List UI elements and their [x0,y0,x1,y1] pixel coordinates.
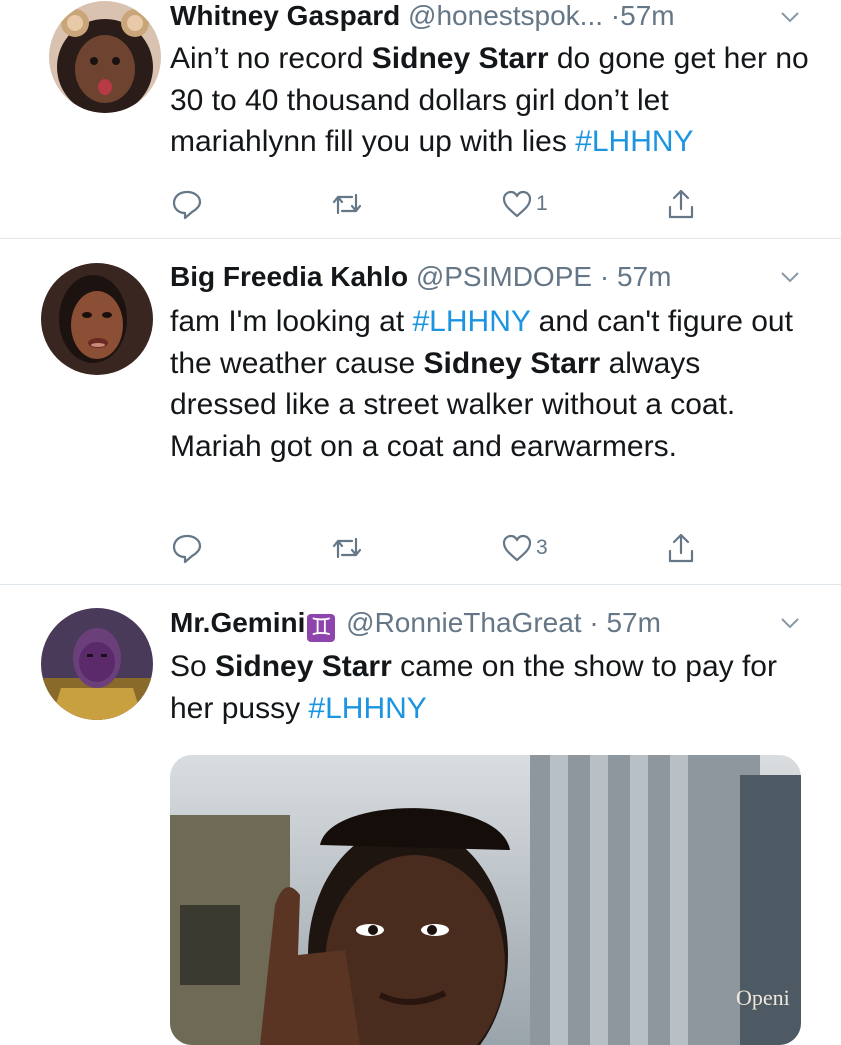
retweet-icon [332,193,362,215]
like-count: 1 [536,192,548,215]
separator-dot: · [592,261,617,292]
tweet-text: Ain’t no record Sidney Starr do gone get… [170,38,810,163]
highlight-text: Sidney Starr [371,42,549,75]
highlight-text: Sidney Starr [423,346,601,380]
heart-icon [502,190,532,218]
retweet-button[interactable] [330,184,364,224]
hashtag-link[interactable]: #LHHNY [308,692,426,725]
avatar-image [41,263,153,375]
tweet-header: Whitney Gaspard @honestspok... ·57m [170,0,675,33]
avatar-image [41,608,153,720]
media-sign-text: Openi [736,985,790,1010]
gemini-emoji: ♊ [307,614,336,642]
like-button[interactable]: 1 [500,184,548,224]
text-segment: Ain’t no record [170,42,372,75]
timestamp[interactable]: 57m [620,0,674,31]
chevron-down-icon[interactable] [777,610,803,636]
hashtag-link[interactable]: #LHHNY [575,125,693,158]
share-icon [668,533,694,563]
chevron-down-icon[interactable] [777,4,803,30]
share-button[interactable] [664,184,698,224]
text-segment: fam I'm looking at [170,305,413,338]
timestamp[interactable]: 57m [617,261,671,292]
separator-dot: · [603,0,621,31]
reply-icon [172,190,202,220]
action-bar: 1 [170,184,730,224]
user-handle[interactable]: @RonnieThaGreat [346,607,581,638]
retweet-icon [332,537,362,559]
media-photo: Openi [170,755,801,1045]
avatar[interactable] [41,608,153,720]
share-icon [668,189,694,219]
tweet-header: Big Freedia Kahlo @PSIMDOPE · 57m [170,260,671,294]
user-handle[interactable]: @PSIMDOPE [416,261,592,292]
tweet-text: fam I'm looking at #LHHNY and can't figu… [170,301,810,467]
heart-icon [502,534,532,562]
avatar-image [49,1,161,113]
timestamp[interactable]: 57m [606,607,660,638]
tweet-header: Mr.Gemini ♊ @RonnieThaGreat · 57m [170,606,661,642]
avatar[interactable] [49,1,161,113]
highlight-text: Sidney Starr [215,650,392,683]
display-name[interactable]: Big Freedia Kahlo [170,261,408,292]
text-segment: So [170,650,216,683]
tweet-text: So Sidney Starr came on the show to pay … [170,646,810,729]
avatar[interactable] [41,263,153,375]
hashtag-link[interactable]: #LHHNY [413,305,531,338]
reply-button[interactable] [170,184,204,224]
separator-dot: · [581,607,607,638]
retweet-button[interactable] [330,528,364,568]
action-bar: 3 [170,528,730,568]
reply-icon [172,534,202,564]
share-button[interactable] [664,528,698,568]
user-handle[interactable]: @honestspok... [408,0,603,31]
like-count: 3 [536,536,548,559]
divider [0,584,841,585]
chevron-down-icon[interactable] [777,264,803,290]
tweet-media-image[interactable]: Openi [170,755,801,1045]
display-name[interactable]: Mr.Gemini [170,607,305,638]
display-name[interactable]: Whitney Gaspard [170,0,400,31]
divider [0,238,841,239]
reply-button[interactable] [170,528,204,568]
like-button[interactable]: 3 [500,528,548,568]
